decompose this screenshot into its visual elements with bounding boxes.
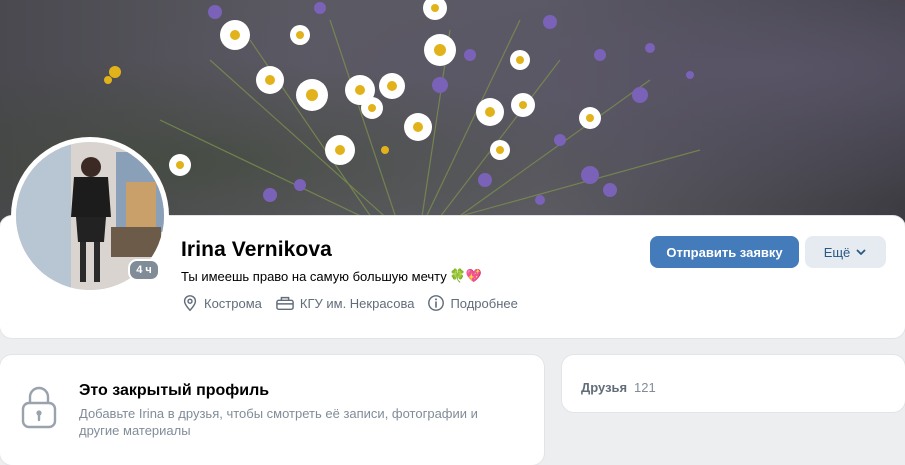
- chevron-down-icon: [856, 249, 866, 255]
- more-actions-label: Ещё: [823, 244, 851, 260]
- status-emoji: 🍀💖: [449, 268, 483, 283]
- info-icon: [428, 295, 445, 311]
- city-info[interactable]: Кострома: [181, 294, 262, 312]
- university-info[interactable]: КГУ им. Некрасова: [275, 294, 415, 312]
- profile-info-row: Кострома КГУ им. Некрасова Подробнее: [181, 294, 531, 312]
- status-text: Ты имеешь право на самую большую мечту: [181, 268, 447, 284]
- more-info-label: Подробнее: [450, 295, 518, 311]
- send-friend-request-button[interactable]: Отправить заявку: [650, 236, 799, 268]
- more-actions-button[interactable]: Ещё: [805, 236, 886, 268]
- friends-count: 121: [634, 380, 656, 395]
- building-icon: [276, 296, 294, 311]
- more-info-link[interactable]: Подробнее: [427, 294, 518, 312]
- location-icon: [183, 295, 197, 312]
- lock-icon: [21, 386, 57, 429]
- closed-profile-description: Добавьте Irina в друзья, чтобы смотреть …: [79, 406, 478, 438]
- profile-status: Ты имеешь право на самую большую мечту 🍀…: [181, 268, 482, 284]
- last-seen-badge: 4 ч: [128, 259, 160, 281]
- closed-profile-title: Это закрытый профиль: [79, 382, 270, 399]
- profile-name: Irina Vernikova: [181, 238, 332, 261]
- city-label: Кострома: [204, 295, 262, 311]
- friends-label[interactable]: Друзья: [581, 380, 627, 395]
- university-label: КГУ им. Некрасова: [299, 295, 415, 311]
